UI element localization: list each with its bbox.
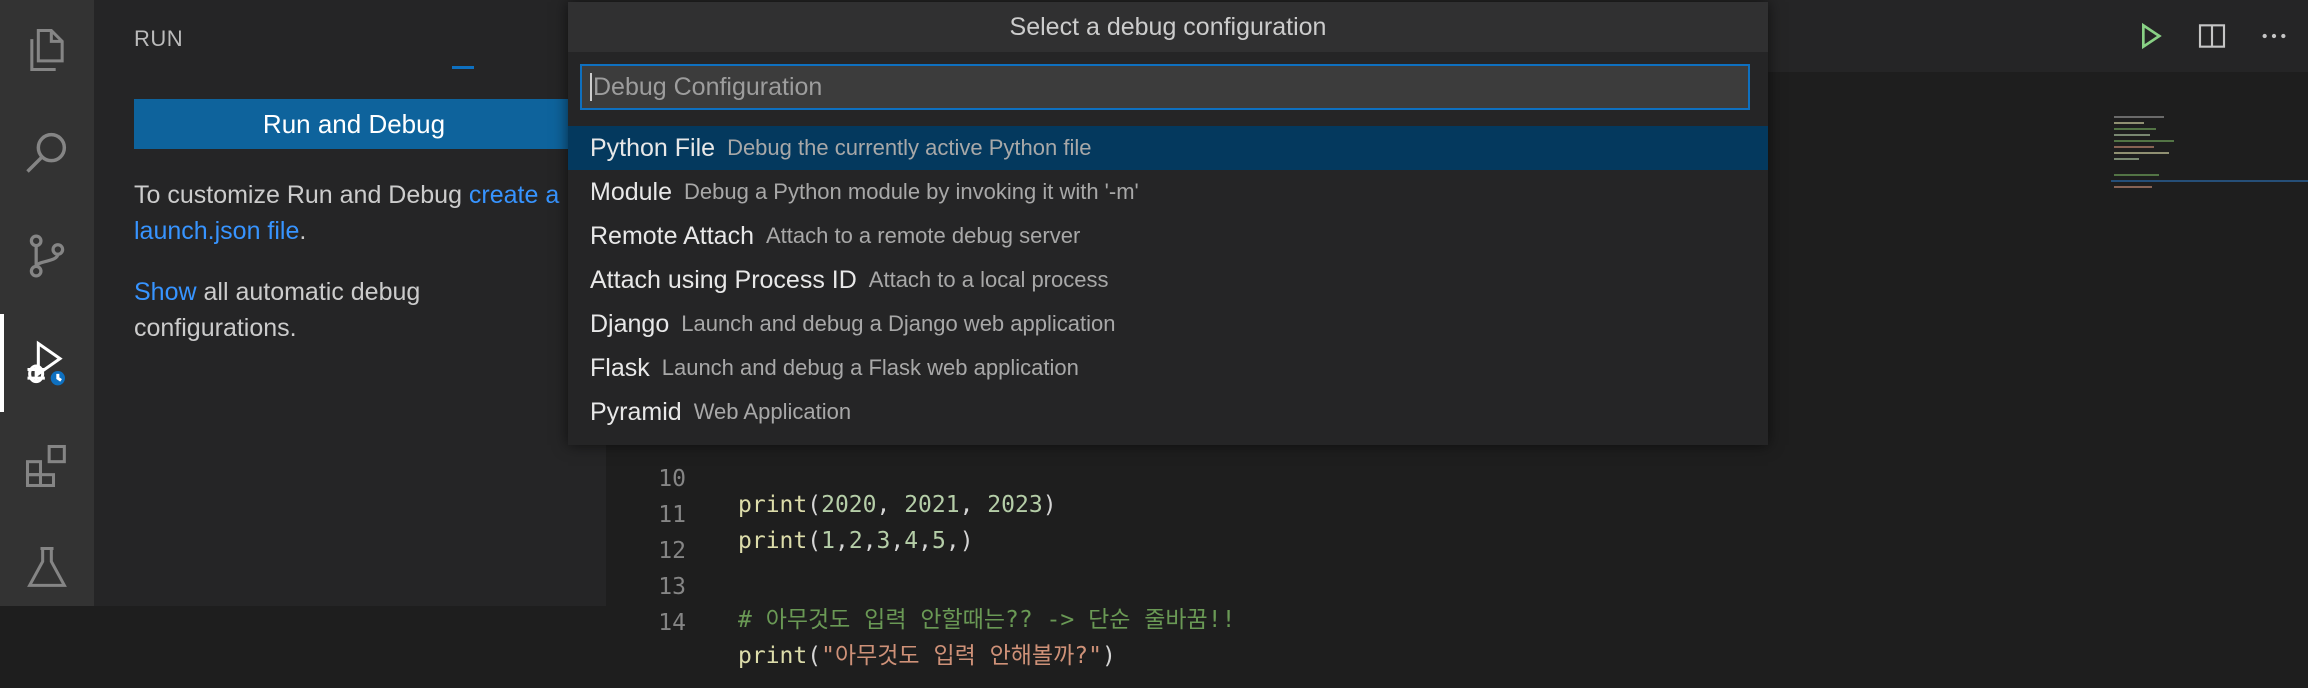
config-label: Remote Attach (590, 221, 754, 250)
minimap[interactable] (2111, 112, 2308, 192)
testing-icon[interactable] (0, 518, 94, 618)
extensions-icon[interactable] (0, 416, 94, 516)
activity-bar (0, 0, 94, 606)
code-comment: # 아무것도 입력 안할때는?? -> 단순 줄바꿈!! (738, 607, 1236, 633)
sidebar-title: RUN (134, 26, 184, 51)
config-label: Attach using Process ID (590, 265, 857, 294)
configuration-list: Python File Debug the currently active P… (568, 126, 1768, 434)
run-and-debug-button[interactable]: Run and Debug (134, 99, 574, 149)
config-item-python-file[interactable]: Python File Debug the currently active P… (568, 126, 1768, 170)
config-label: Django (590, 309, 670, 338)
config-label: Pyramid (590, 397, 682, 426)
config-item-django[interactable]: Django Launch and debug a Django web app… (568, 302, 1768, 346)
config-description: Attach to a remote debug server (765, 223, 1081, 248)
config-description: Web Application (693, 399, 852, 424)
customize-period: . (299, 217, 307, 245)
config-label: Python File (590, 133, 716, 162)
show-link[interactable]: Show (134, 278, 197, 306)
quick-pick-title: Select a debug configuration (568, 2, 1768, 52)
code-line[interactable]: 13 # 아무것도 입력 안할때는?? -> 단순 줄바꿈!! (606, 548, 1235, 633)
explorer-icon[interactable] (0, 0, 94, 100)
show-configurations-text: Show all automatic debug configurations. (134, 274, 574, 346)
split-editor-icon[interactable] (2196, 20, 2228, 52)
config-description: Attach to a local process (868, 267, 1109, 292)
debug-configuration-input[interactable]: Debug Configuration (580, 64, 1750, 110)
code-line[interactable]: 11 print(1,2,3,4,5,) (606, 476, 973, 554)
config-item-module[interactable]: Module Debug a Python module by invoking… (568, 170, 1768, 214)
more-actions-icon[interactable] (2258, 20, 2290, 52)
code-line[interactable]: 12 (606, 512, 686, 564)
config-description: Debug the currently active Python file (727, 135, 1092, 160)
code-text: print("아무것도 입력 안해볼까?") (738, 643, 1116, 669)
config-description: Launch and debug a Flask web application (661, 355, 1079, 380)
customize-label: To customize Run and Debug (134, 181, 469, 209)
config-description: Launch and debug a Django web applicatio… (681, 311, 1116, 336)
config-label: Flask (590, 353, 650, 382)
run-debug-icon[interactable] (0, 313, 94, 413)
config-item-pyramid[interactable]: Pyramid Web Application (568, 390, 1768, 434)
code-line[interactable]: 14 print("아무것도 입력 안해볼까?") (606, 584, 1116, 669)
config-label: Module (590, 177, 672, 206)
code-text: print(2020, 2021, 2023) (738, 492, 1057, 518)
config-item-remote-attach[interactable]: Remote Attach Attach to a remote debug s… (568, 214, 1768, 258)
customize-text: To customize Run and Debug create a laun… (134, 177, 574, 249)
progress-indicator (452, 66, 474, 69)
input-placeholder: Debug Configuration (593, 72, 823, 101)
source-control-icon[interactable] (0, 206, 94, 306)
text-caret (590, 73, 592, 101)
config-item-flask[interactable]: Flask Launch and debug a Flask web appli… (568, 346, 1768, 390)
config-item-attach-process[interactable]: Attach using Process ID Attach to a loca… (568, 258, 1768, 302)
run-file-icon[interactable] (2134, 20, 2166, 52)
code-text: print(1,2,3,4,5,) (738, 528, 974, 554)
run-sidebar: RUN Run and Debug To customize Run and D… (94, 0, 606, 606)
debug-configuration-quick-pick: Select a debug configuration Debug Confi… (568, 2, 1768, 445)
line-number: 14 (658, 610, 686, 636)
search-icon[interactable] (0, 102, 94, 202)
code-line[interactable]: 10 print(2020, 2021, 2023) (606, 440, 1056, 518)
editor-actions (2134, 20, 2290, 52)
config-description: Debug a Python module by invoking it wit… (684, 179, 1139, 204)
